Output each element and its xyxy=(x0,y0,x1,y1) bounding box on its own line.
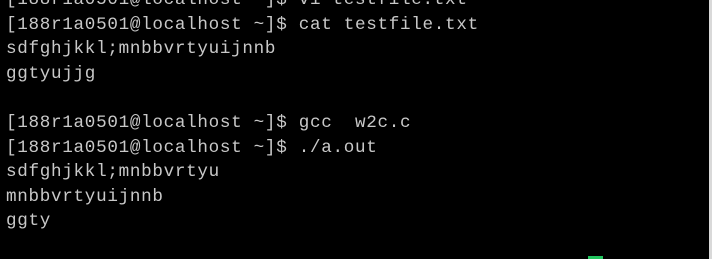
terminal-line: [188r1a0501@localhost ~]$ ./a.out xyxy=(6,137,378,158)
terminal-line: mnbbvrtyuijnnb xyxy=(6,186,164,207)
terminal-line: sdfghjkkl;mnbbvrtyu xyxy=(6,162,220,183)
terminal-line: [188r1a0501@localhost ~]$ vi testfile.tx… xyxy=(6,0,468,10)
terminal-line: [188r1a0501@localhost ~]$ cat testfile.t… xyxy=(6,14,479,35)
terminal-window[interactable]: [188r1a0501@localhost ~]$ vi testfile.tx… xyxy=(0,0,712,259)
terminal-line: [188r1a0501@localhost ~]$ gcc w2c.c xyxy=(6,112,412,133)
terminal-output: [188r1a0501@localhost ~]$ vi testfile.tx… xyxy=(6,0,479,234)
terminal-line: ggtyujjg xyxy=(6,63,97,84)
terminal-line: ggty xyxy=(6,211,52,232)
terminal-line: sdfghjkkl;mnbbvrtyuijnnb xyxy=(6,39,277,60)
